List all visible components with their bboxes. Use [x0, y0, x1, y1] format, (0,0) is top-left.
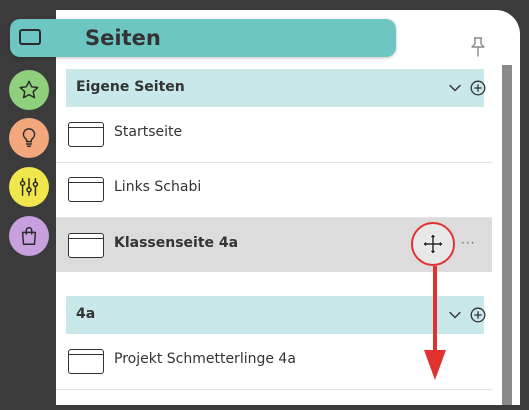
drag-handle-highlight [411, 222, 455, 266]
divider [56, 389, 492, 390]
add-page-icon[interactable] [470, 80, 486, 96]
list-item-label: Startseite [114, 124, 183, 140]
section-title: Eigene Seiten [76, 79, 185, 95]
chevron-down-icon[interactable] [448, 81, 462, 95]
list-item[interactable]: Links Schabi [56, 162, 492, 216]
list-item-label: Klassenseite 4a [114, 235, 239, 251]
section-title: 4a [76, 306, 96, 322]
page-icon [68, 177, 104, 202]
list-item-label: Links Schabi [114, 179, 202, 195]
shop-button[interactable] [9, 216, 49, 256]
pages-panel: Eigene Seiten Startseite Links Schabi Kl… [56, 10, 520, 405]
list-item-label: Projekt Schmetterlinge 4a [114, 351, 296, 367]
list-item[interactable]: Startseite [56, 107, 492, 161]
pages-icon [19, 29, 41, 45]
favorites-button[interactable] [9, 70, 49, 110]
star-icon [19, 80, 39, 99]
page-icon [68, 349, 104, 374]
page-title: Seiten [85, 26, 161, 50]
lightbulb-icon [22, 128, 36, 147]
shopping-bag-icon [21, 227, 37, 245]
section-header-eigene-seiten[interactable]: Eigene Seiten [66, 69, 486, 107]
sliders-icon [19, 178, 39, 196]
settings-button[interactable] [9, 167, 49, 207]
move-icon[interactable] [422, 233, 444, 255]
pin-icon[interactable] [470, 37, 486, 57]
scrollbar[interactable] [502, 65, 512, 405]
page-icon [68, 233, 104, 258]
more-options-icon[interactable]: ··· [461, 236, 475, 250]
add-page-icon[interactable] [470, 307, 486, 323]
down-arrow-annotation [424, 266, 446, 380]
panel-header: Seiten [10, 19, 396, 57]
ideas-button[interactable] [9, 118, 49, 158]
page-icon [68, 122, 104, 147]
chevron-down-icon[interactable] [448, 308, 462, 322]
